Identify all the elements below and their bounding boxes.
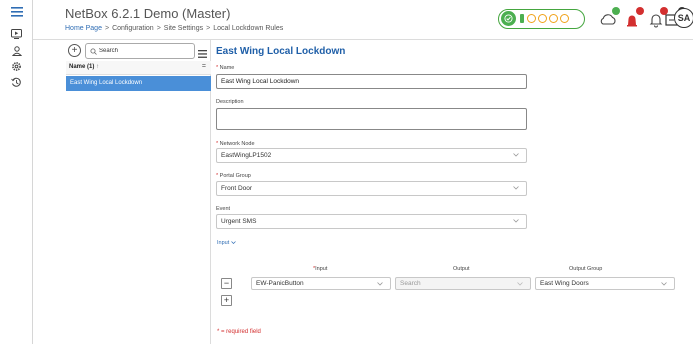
- chevron-down-icon: [231, 241, 236, 244]
- event-select[interactable]: Urgent SMS: [216, 214, 527, 229]
- event-label: Event: [216, 206, 231, 212]
- add-rule-button[interactable]: +: [68, 44, 81, 57]
- column-header-label: Name (1): [69, 64, 95, 70]
- name-label: * Name: [216, 65, 235, 71]
- hamburger-menu-icon[interactable]: [0, 5, 33, 19]
- name-field[interactable]: East Wing Local Lockdown: [216, 74, 527, 89]
- input-value: EW-PanicButton: [256, 280, 304, 287]
- check-icon: [501, 11, 516, 26]
- history-icon[interactable]: [0, 75, 33, 89]
- sort-indicator: ↑: [96, 64, 100, 70]
- system-status-indicator[interactable]: [498, 9, 585, 29]
- remove-row-button[interactable]: −: [221, 278, 232, 289]
- app-root: NetBox 6.2.1 Demo (Master) Home Page > Con…: [0, 0, 693, 344]
- breadcrumb-site-settings[interactable]: Site Settings: [164, 25, 203, 32]
- chevron-down-icon: [513, 186, 519, 190]
- input-section-toggle[interactable]: Input: [217, 240, 236, 246]
- name-column-header[interactable]: Name (1) ↑ =: [66, 61, 211, 75]
- output-group-value: East Wing Doors: [540, 280, 589, 287]
- add-row-button[interactable]: +: [221, 295, 232, 306]
- network-node-select[interactable]: EastWingLP1502: [216, 148, 527, 163]
- chevron-down-icon: [517, 282, 523, 286]
- event-value: Urgent SMS: [221, 218, 257, 225]
- user-avatar[interactable]: SA: [674, 8, 693, 28]
- rule-form: East Wing Local Lockdown * Name East Win…: [211, 40, 693, 344]
- app-title: NetBox 6.2.1 Demo (Master): [65, 6, 231, 21]
- required-field-note: * = required field: [217, 329, 261, 335]
- chevron-down-icon: [513, 153, 519, 157]
- output-select[interactable]: Search: [395, 277, 531, 290]
- notification-badge: [636, 7, 644, 15]
- description-label: Description: [216, 99, 244, 105]
- input-select[interactable]: EW-PanicButton: [251, 277, 391, 290]
- column-menu-icon[interactable]: =: [202, 63, 206, 70]
- description-field[interactable]: [216, 108, 527, 130]
- breadcrumb-separator: >: [104, 25, 110, 32]
- list-item[interactable]: East Wing Local Lockdown: [66, 76, 211, 91]
- output-group-select[interactable]: East Wing Doors: [535, 277, 675, 290]
- list-item-label: East Wing Local Lockdown: [70, 80, 143, 86]
- breadcrumb-current: Local Lockdown Rules: [213, 25, 284, 32]
- output-column-header: Output: [453, 266, 470, 272]
- breadcrumb-separator: >: [206, 25, 211, 32]
- breadcrumb-separator: >: [156, 25, 161, 32]
- search-input[interactable]: [99, 45, 191, 57]
- notification-badge: [612, 7, 620, 15]
- search-box: [85, 43, 195, 59]
- form-title: East Wing Local Lockdown: [216, 46, 346, 57]
- chevron-down-icon: [513, 219, 519, 223]
- alarm-icon[interactable]: [623, 7, 644, 28]
- chevron-down-icon: [377, 282, 383, 286]
- status-dot: [560, 14, 569, 23]
- portal-group-select[interactable]: Front Door: [216, 181, 527, 196]
- status-level-bar: [520, 14, 524, 23]
- portal-group-label: * Portal Group: [216, 173, 251, 179]
- status-dot: [549, 14, 558, 23]
- user-icon[interactable]: [0, 44, 33, 58]
- output-group-column-header: Output Group: [569, 266, 603, 272]
- network-node-label: * Network Node: [216, 141, 255, 147]
- input-column-header: *Input: [313, 266, 328, 272]
- output-placeholder: Search: [400, 280, 421, 287]
- play-monitor-icon[interactable]: [0, 27, 33, 41]
- breadcrumb: Home Page > Configuration > Site Settings > Lo…: [65, 25, 283, 32]
- list-panel: + Name (1) ↑ = East Wing Local Lockdown: [33, 40, 211, 344]
- cloud-icon[interactable]: [599, 7, 620, 28]
- chevron-down-icon: [661, 282, 667, 286]
- network-node-value: EastWingLP1502: [221, 152, 272, 159]
- left-rail: [0, 0, 33, 344]
- search-icon: [90, 48, 97, 55]
- breadcrumb-configuration[interactable]: Configuration: [112, 25, 154, 32]
- top-header: NetBox 6.2.1 Demo (Master) Home Page > Con…: [33, 0, 693, 40]
- breadcrumb-home[interactable]: Home Page: [65, 25, 102, 32]
- status-dot: [527, 14, 536, 23]
- status-dot: [538, 14, 547, 23]
- gear-icon[interactable]: [0, 59, 33, 73]
- portal-group-value: Front Door: [221, 185, 253, 192]
- bell-icon[interactable]: [647, 7, 668, 28]
